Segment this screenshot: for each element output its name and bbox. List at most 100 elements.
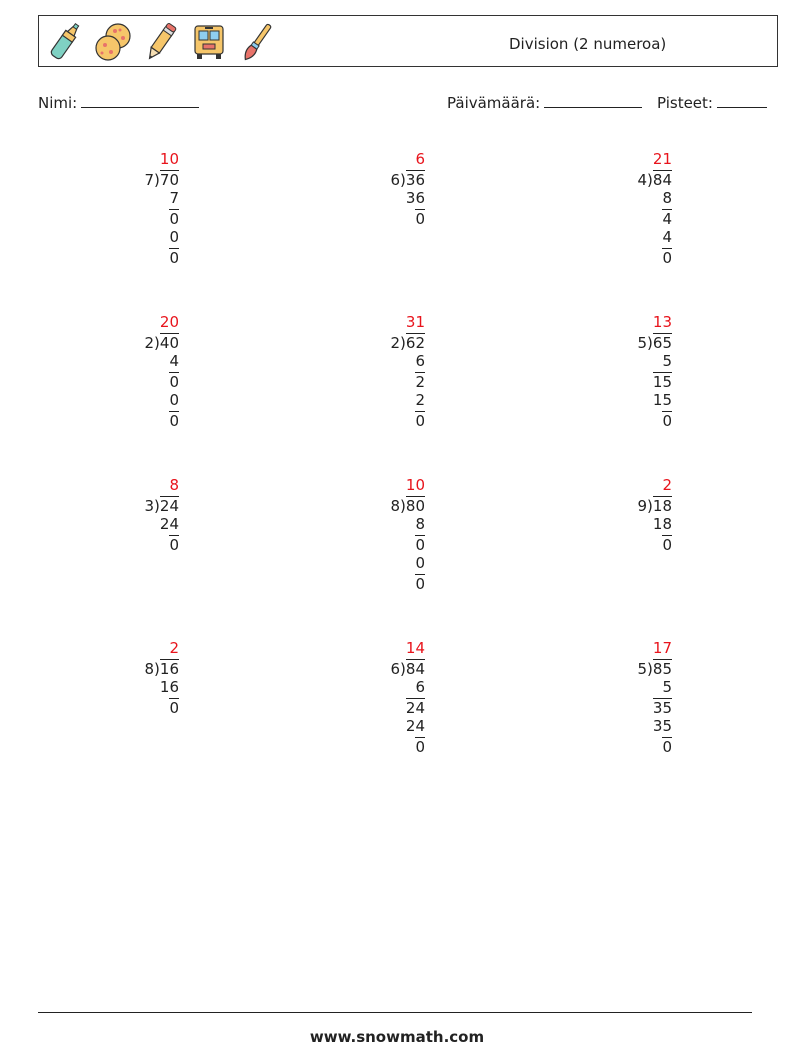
header-icons <box>45 19 277 65</box>
remainder-value: 15 <box>652 371 672 391</box>
quotient-row: 2 <box>59 639 179 659</box>
subtract-value: 35 <box>652 717 672 735</box>
remainder-value: 0 <box>169 534 179 554</box>
subtract-row: 8 <box>552 189 672 209</box>
dividend: 36 <box>405 169 425 189</box>
remainder-row: 0 <box>552 736 672 757</box>
subtract-value: 6 <box>415 678 425 696</box>
divisor-dividend-row: 5)65 <box>552 332 672 353</box>
subtract-value: 0 <box>169 228 179 246</box>
dividend: 85 <box>652 658 672 678</box>
quotient-row: 13 <box>552 313 672 333</box>
subtract-value: 7 <box>169 189 179 207</box>
subtract-row: 0 <box>305 554 425 574</box>
division-problem: 10 8)80 8 0 0 0 <box>305 476 425 593</box>
remainder-row: 2 <box>305 371 425 392</box>
quotient: 10 <box>159 150 179 168</box>
name-blank[interactable] <box>81 93 200 108</box>
subtract-row: 0 <box>59 391 179 411</box>
remainder-value: 2 <box>415 371 425 391</box>
subtract-value: 18 <box>652 515 672 533</box>
date-label: Päivämäärä: <box>447 94 541 112</box>
quotient-row: 20 <box>59 313 179 333</box>
remainder-value: 0 <box>169 410 179 430</box>
subtract-value: 8 <box>662 189 672 207</box>
subtract-value: 16 <box>159 678 179 696</box>
remainder-value: 0 <box>662 410 672 430</box>
date-blank[interactable] <box>544 93 643 108</box>
dividend: 65 <box>652 332 672 352</box>
division-problem: 8 3)24 24 0 <box>59 476 179 554</box>
remainder-value: 4 <box>662 208 672 228</box>
subtract-row: 8 <box>305 515 425 535</box>
score-field[interactable]: Pisteet: <box>657 93 767 112</box>
remainder-row: 4 <box>552 208 672 229</box>
dividend: 70 <box>159 169 179 189</box>
subtract-value: 4 <box>169 352 179 370</box>
quotient: 10 <box>405 476 425 494</box>
quotient: 17 <box>652 639 672 657</box>
remainder-row: 35 <box>552 697 672 718</box>
quotient: 31 <box>405 313 425 331</box>
divisor: 2 <box>144 333 155 352</box>
subtract-value: 24 <box>159 515 179 533</box>
quotient-row: 31 <box>305 313 425 333</box>
quotient: 21 <box>652 150 672 168</box>
quotient-row: 2 <box>552 476 672 496</box>
subtract-row: 0 <box>59 228 179 248</box>
division-problem: 14 6)84 6 24 24 0 <box>305 639 425 756</box>
dividend: 24 <box>159 495 179 515</box>
divisor-dividend-row: 9)18 <box>552 495 672 516</box>
remainder-value: 24 <box>405 697 425 717</box>
subtract-value: 24 <box>405 717 425 735</box>
quotient: 6 <box>415 150 425 168</box>
divisor: 9 <box>637 496 648 515</box>
divisor-dividend-row: 4)84 <box>552 169 672 190</box>
divisor-dividend-row: 7)70 <box>59 169 179 190</box>
subtract-row: 24 <box>59 515 179 535</box>
score-blank[interactable] <box>716 93 767 108</box>
subtract-row: 6 <box>305 678 425 698</box>
quotient: 2 <box>662 476 672 494</box>
quotient: 14 <box>405 639 425 657</box>
divisor-dividend-row: 8)80 <box>305 495 425 516</box>
divisor-dividend-row: 5)85 <box>552 658 672 679</box>
remainder-value: 0 <box>662 534 672 554</box>
division-problem: 2 8)16 16 0 <box>59 639 179 717</box>
dividend: 84 <box>652 169 672 189</box>
subtract-value: 36 <box>405 189 425 207</box>
subtract-value: 5 <box>662 352 672 370</box>
subtract-row: 4 <box>59 352 179 372</box>
subtract-row: 18 <box>552 515 672 535</box>
paintbrush-icon <box>244 23 272 61</box>
remainder-row: 0 <box>552 410 672 431</box>
quotient: 2 <box>169 639 179 657</box>
divisor: 5 <box>637 659 648 678</box>
subtract-value: 4 <box>662 228 672 246</box>
score-label: Pisteet: <box>657 94 713 112</box>
subtract-value: 0 <box>169 391 179 409</box>
remainder-row: 0 <box>59 534 179 555</box>
division-problem: 10 7)70 7 0 0 0 <box>59 150 179 267</box>
divisor: 7 <box>144 170 155 189</box>
subtract-row: 35 <box>552 717 672 737</box>
subtract-value: 15 <box>652 391 672 409</box>
subtract-row: 24 <box>305 717 425 737</box>
divisor: 6 <box>390 170 401 189</box>
name-field[interactable]: Nimi: <box>38 93 200 112</box>
divisor-dividend-row: 2)40 <box>59 332 179 353</box>
subtract-row: 36 <box>305 189 425 209</box>
worksheet-title: Division (2 numeroa) <box>509 35 667 53</box>
subtract-value: 6 <box>415 352 425 370</box>
subtract-value: 8 <box>415 515 425 533</box>
subtract-value: 2 <box>415 391 425 409</box>
quotient: 8 <box>169 476 179 494</box>
divisor: 8 <box>144 659 155 678</box>
division-problem: 31 2)62 6 2 2 0 <box>305 313 425 430</box>
dividend: 80 <box>405 495 425 515</box>
date-field[interactable]: Päivämäärä: <box>447 93 643 112</box>
remainder-value: 0 <box>169 371 179 391</box>
remainder-row: 24 <box>305 697 425 718</box>
divisor: 3 <box>144 496 155 515</box>
remainder-row: 0 <box>59 247 179 268</box>
